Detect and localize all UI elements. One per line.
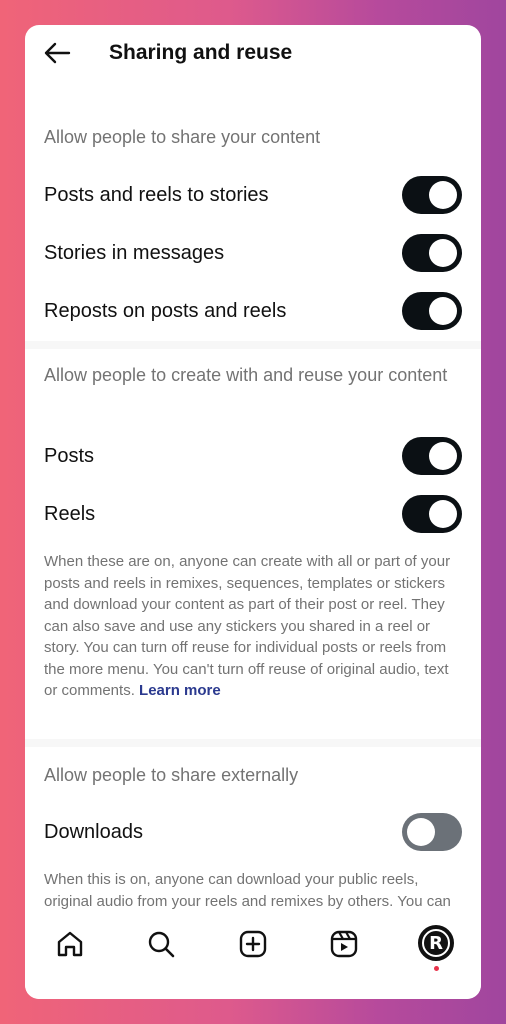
header: Sharing and reuse <box>25 25 481 85</box>
setting-label-reels: Reels <box>44 503 96 525</box>
toggle-knob <box>429 297 457 325</box>
reels-icon[interactable] <box>327 927 361 961</box>
settings-list[interactable]: Allow people to share your content Posts… <box>25 85 481 931</box>
reuse-description-text: When these are on, anyone can create wit… <box>44 553 451 699</box>
toggle-knob <box>429 239 457 267</box>
profile-avatar[interactable]: R <box>418 925 454 961</box>
create-icon[interactable] <box>236 927 270 961</box>
notification-dot <box>434 966 439 971</box>
section-divider <box>25 341 481 349</box>
page-title: Sharing and reuse <box>109 41 293 64</box>
setting-label-reposts: Reposts on posts and reels <box>44 300 287 322</box>
phone-screen: Sharing and reuse Allow people to share … <box>25 25 481 999</box>
reuse-description: When these are on, anyone can create wit… <box>44 551 464 702</box>
section-title-share: Allow people to share your content <box>44 127 321 147</box>
learn-more-link[interactable]: Learn more <box>139 682 221 699</box>
setting-label-stories-in-messages: Stories in messages <box>44 242 225 264</box>
bottom-nav: R <box>25 915 481 999</box>
setting-label-posts: Posts <box>44 445 95 467</box>
toggle-posts[interactable] <box>402 437 462 475</box>
toggle-knob <box>407 818 435 846</box>
toggle-reels[interactable] <box>402 495 462 533</box>
toggle-knob <box>429 181 457 209</box>
back-arrow-icon[interactable] <box>43 41 71 65</box>
section-title-share-externally: Allow people to share externally <box>44 765 299 785</box>
search-icon[interactable] <box>144 927 178 961</box>
toggle-stories-in-messages[interactable] <box>402 234 462 272</box>
home-icon[interactable] <box>53 927 87 961</box>
toggle-knob <box>429 442 457 470</box>
toggle-knob <box>429 500 457 528</box>
setting-label-downloads: Downloads <box>44 821 143 843</box>
toggle-downloads[interactable] <box>402 813 462 851</box>
section-divider <box>25 739 481 747</box>
setting-label-posts-reels-to-stories: Posts and reels to stories <box>44 184 269 206</box>
section-title-create-reuse: Allow people to create with and reuse yo… <box>44 365 448 385</box>
toggle-reposts[interactable] <box>402 292 462 330</box>
avatar-letter: R <box>422 929 450 957</box>
toggle-posts-reels-to-stories[interactable] <box>402 176 462 214</box>
